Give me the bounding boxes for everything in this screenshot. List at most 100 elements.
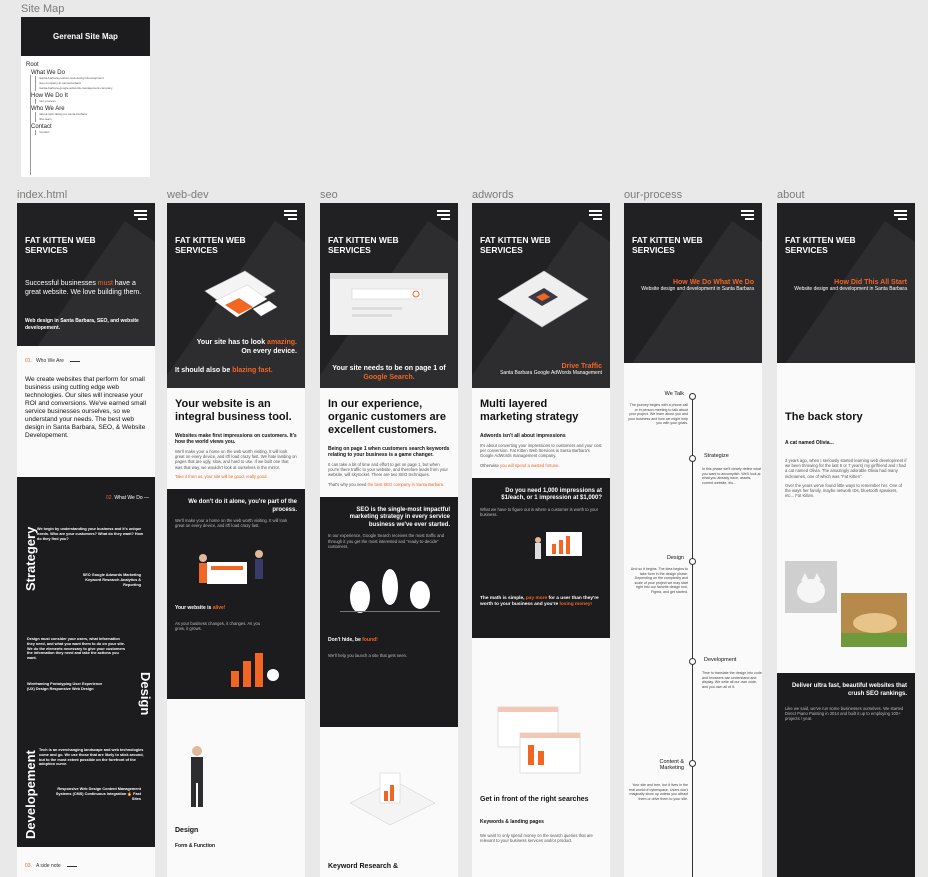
frame-label-about: about: [777, 189, 805, 201]
section-heading-who-we-are: 01. Who We Are: [17, 346, 155, 376]
about-sub: Website design and development in Santa …: [794, 286, 907, 292]
our-process-sub: Website design and development in Santa …: [641, 286, 754, 292]
seo-hero: FAT KITTEN WEB SERVICES Your site needs …: [320, 203, 458, 388]
step-we-talk-text: The journey begins with a phone call or …: [628, 403, 688, 425]
seo-keyword-title: Keyword Research &: [328, 863, 399, 870]
adwords-kw-title: Keywords & landing pages: [480, 819, 544, 825]
browser-windows-illustration-icon: [497, 706, 581, 774]
web-dev-dark-title: We don't do it alone, you're part of the…: [188, 499, 297, 513]
adwords-hero: FAT KITTEN WEB SERVICES Drive Traffic Sa…: [472, 203, 610, 388]
adwords-link[interactable]: you will spend a wasted fortune.: [500, 463, 560, 468]
adwords-hero-caption: Drive Traffic Santa Barbara Google AdWor…: [478, 363, 602, 376]
adwords-math: The math is simple, pay more for a user …: [480, 595, 599, 607]
adwords-heading: Multi layered marketing strategy: [480, 398, 579, 423]
development-list: Responsive Web Design Content Management…: [55, 787, 141, 801]
web-dev-alive: Your website is alive!: [175, 605, 226, 612]
menu-icon[interactable]: [741, 210, 754, 222]
web-dev-form-title: Form & Function: [175, 843, 215, 849]
web-dev-link[interactable]: Take it from us, your site will be good,…: [175, 474, 268, 479]
brand-logo[interactable]: FAT KITTEN WEB SERVICES: [480, 235, 590, 255]
web-dev-frame[interactable]: FAT KITTEN WEB SERVICES Your site has to…: [167, 203, 305, 877]
development-label: Developement: [23, 750, 38, 839]
site-map-page: /the-team: [39, 117, 52, 121]
who-we-are-text: We create websites that perform for smal…: [25, 376, 147, 439]
timeline-node: [689, 558, 696, 565]
adwords-drive-sub: Santa Barbara Google AdWords Management: [500, 370, 602, 376]
devices-illustration-icon: [204, 270, 278, 318]
menu-icon[interactable]: [894, 210, 907, 222]
about-dark-title: Deliver ultra fast, beautiful websites t…: [791, 683, 907, 697]
adwords-drive-title: Drive Traffic: [561, 363, 602, 370]
adwords-intro: Multi layered marketing strategy Adwords…: [480, 398, 602, 468]
seo-hero-caption: Your site needs to be on page 1 of Googl…: [332, 365, 446, 381]
brand-logo[interactable]: FAT KITTEN WEB SERVICES: [785, 235, 895, 255]
web-dev-hero-caption: Your site has to look amazing. On every d…: [196, 339, 297, 355]
site-map-section: How We Do It /our-process: [31, 93, 150, 104]
site-map-card[interactable]: Gerenal Site Map Root What We Do /santa-…: [21, 17, 150, 177]
design-text: Design must consider your users, what in…: [27, 637, 126, 661]
our-process-hero: FAT KITTEN WEB SERVICES How We Do What W…: [624, 203, 762, 363]
web-dev-design-title: Design: [175, 827, 199, 834]
our-process-frame[interactable]: FAT KITTEN WEB SERVICES How We Do What W…: [624, 203, 762, 877]
section-num: 02.: [106, 495, 113, 501]
seo-paragraph: It can take a bit of time and effort to …: [328, 462, 448, 478]
step-content-text: Your site and tree, but it lives in the …: [628, 783, 688, 801]
development-text: Tech is an everchanging landscape and we…: [39, 748, 144, 767]
design-list: Wireframing Prototyping User Experience …: [27, 682, 103, 691]
seo-frame[interactable]: FAT KITTEN WEB SERVICES Your site needs …: [320, 203, 458, 877]
presentation-illustration-icon: [535, 531, 582, 559]
frame-label-adwords: adwords: [472, 189, 514, 201]
step-development: Development: [704, 657, 737, 663]
seo-dark-block: SEO is the single-most impactful marketi…: [320, 496, 458, 727]
adwords-dark-text: What we have to figure out is where a cu…: [480, 506, 599, 518]
design-label: Design: [138, 672, 153, 716]
adwords-front-title: Get in front of the right searches: [480, 796, 589, 803]
brand-logo[interactable]: FAT KITTEN WEB SERVICES: [632, 235, 742, 255]
step-content-marketing: Content & Marketing: [659, 759, 684, 771]
step-design: Design: [666, 555, 684, 561]
laptop-analytics-illustration-icon: [349, 772, 436, 826]
site-map-section: Contact /contact: [31, 124, 150, 135]
timeline-node: [689, 658, 696, 665]
adwords-kw-text: We want to only spend money on the searc…: [480, 833, 593, 844]
adwords-frame[interactable]: FAT KITTEN WEB SERVICES Drive Traffic Sa…: [472, 203, 610, 877]
timeline-node: [689, 760, 696, 767]
section-title-what-we-do: What We Do: [114, 495, 143, 501]
menu-icon[interactable]: [437, 210, 450, 222]
about-hero-caption: How Did This All Start Website design an…: [783, 279, 907, 292]
frame-label-index: index.html: [17, 189, 68, 201]
seo-heading: In our experience, organic customers are…: [328, 398, 446, 436]
our-process-hero-caption: How We Do What We Do Website design and …: [630, 279, 754, 292]
menu-icon[interactable]: [284, 210, 297, 222]
site-map-section: Who We Are /about-web-design-in-santa-ba…: [31, 106, 150, 122]
search-window-illustration-icon: [330, 273, 448, 335]
adwords-paragraph: It's about converting your impressions t…: [480, 443, 602, 459]
cat-photo-icon: [785, 561, 837, 613]
person-illustration-icon: [191, 746, 203, 807]
about-story: The back story A cat named Olivia... 3 y…: [777, 363, 915, 508]
seo-link[interactable]: the best SEO company in Santa Barbara.: [367, 482, 444, 487]
web-dev-process-block: We don't do it alone, you're part of the…: [167, 489, 305, 700]
web-dev-intro: Your website is an integral business too…: [167, 388, 305, 489]
frame-label-web-dev: web-dev: [167, 189, 209, 201]
strategy-list: SEO Google Adwords Marketing Keyword Res…: [82, 573, 141, 587]
seo-subheading: Being on page 1 when customers search ke…: [328, 446, 450, 458]
about-frame[interactable]: FAT KITTEN WEB SERVICES How Did This All…: [777, 203, 915, 877]
menu-icon[interactable]: [589, 210, 602, 222]
brand-logo[interactable]: FAT KITTEN WEB SERVICES: [328, 235, 438, 255]
step-development-text: Time to translate the design into code a…: [702, 671, 762, 689]
process-timeline: [689, 393, 696, 877]
what-we-do-block: 02. What We Do — We begin by understandi…: [17, 477, 155, 847]
index-frame[interactable]: FAT KITTEN WEB SERVICES Successful busin…: [17, 203, 155, 877]
brand-logo[interactable]: FAT KITTEN WEB SERVICES: [175, 235, 285, 255]
timeline-node: [689, 393, 696, 400]
timeline-node: [689, 455, 696, 462]
brand-logo[interactable]: FAT KITTEN WEB SERVICES: [25, 235, 135, 255]
menu-icon[interactable]: [134, 210, 147, 222]
web-dev-subheading: Websites make first impressions on custo…: [175, 433, 297, 445]
adwords-dark-block: Do you need 1,000 impressions at $1/each…: [472, 477, 610, 638]
seo-dark-text: In our experience, Google Search receive…: [328, 533, 445, 549]
about-subheading: A cat named Olivia...: [785, 440, 834, 446]
our-process-title: How We Do What We Do: [672, 279, 754, 286]
frame-label-site-map: Site Map: [21, 3, 65, 15]
